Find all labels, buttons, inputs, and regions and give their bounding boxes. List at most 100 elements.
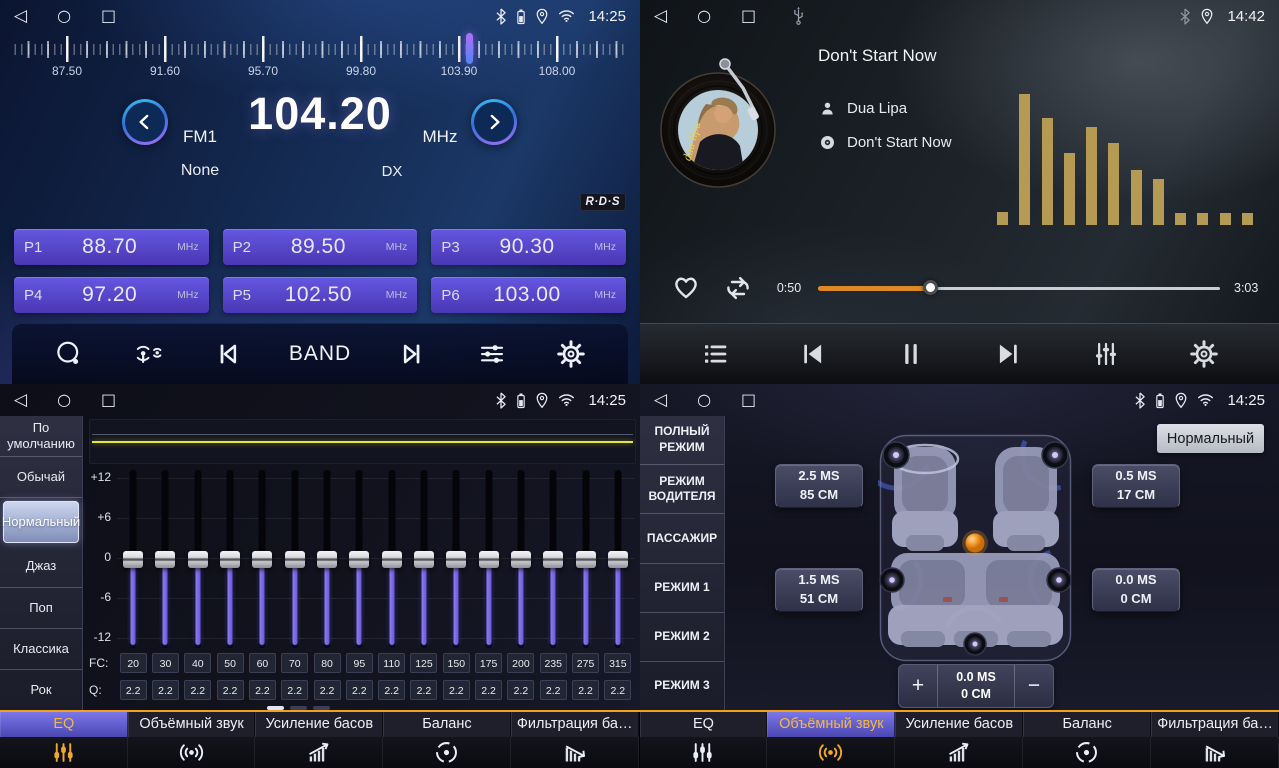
tab-bass-boost-right[interactable]: Усиление басов [895,712,1023,768]
home-button[interactable]: ○ [697,0,711,32]
eq-slider-handle[interactable] [414,551,434,568]
tab-eq-right[interactable]: EQ [640,712,768,768]
eq-slider-handle[interactable] [285,551,305,568]
home-button[interactable]: ○ [697,384,711,416]
recents-button[interactable]: □ [101,384,116,416]
eq-slider-handle[interactable] [608,551,628,568]
eq-band-slider[interactable] [343,470,375,648]
listening-mode-item[interactable]: РЕЖИМ 3 [640,662,724,710]
tab-balance-right[interactable]: Баланс [1023,712,1151,768]
eq-band-slider[interactable] [214,470,246,648]
eq-band-slider[interactable] [182,470,214,648]
eq-preset-item[interactable]: Нормальный [3,501,79,543]
eq-band-slider[interactable] [117,470,149,648]
next-track-button[interactable] [985,331,1031,377]
recents-button[interactable]: □ [741,0,756,32]
seek-down-button[interactable] [205,331,251,377]
radio-settings-button[interactable] [548,331,594,377]
player-eq-button[interactable] [1083,331,1129,377]
recents-button[interactable]: □ [101,0,116,32]
preset-button[interactable]: P1 88.70 MHz [14,229,209,265]
listening-mode-item[interactable]: РЕЖИМ 2 [640,613,724,662]
eq-band-slider[interactable] [569,470,601,648]
favorite-button[interactable] [670,271,702,303]
listening-mode-item[interactable]: РЕЖИМ 1 [640,564,724,613]
tab-eq-left[interactable]: EQ [0,712,128,768]
front-right-delay-button[interactable]: 0.5 MS 17 CM [1092,464,1180,508]
preset-button[interactable]: P2 89.50 MHz [223,229,418,265]
repeat-button[interactable] [722,272,754,304]
tab-surround-left[interactable]: Объёмный звук [128,712,256,768]
delay-preset-button[interactable]: Нормальный [1157,424,1264,453]
player-settings-button[interactable] [1181,331,1227,377]
eq-band-slider[interactable] [602,470,634,648]
radio-eq-button[interactable] [469,331,515,377]
delay-increase-button[interactable]: + [899,665,937,707]
previous-track-button[interactable] [790,331,836,377]
home-button[interactable]: ○ [57,0,71,32]
scan-button[interactable] [46,331,92,377]
back-button[interactable]: ◁ [14,0,27,32]
tab-surround-right[interactable]: Объёмный звук [767,712,895,768]
recents-button[interactable]: □ [741,384,756,416]
back-button[interactable]: ◁ [14,384,27,416]
band-button[interactable]: BAND [285,342,355,366]
eq-slider-handle[interactable] [511,551,531,568]
progress-knob[interactable] [923,280,938,295]
pause-button[interactable] [888,331,934,377]
eq-preset-item[interactable]: Поп [0,588,82,629]
rear-right-delay-button[interactable]: 0.0 MS 0 CM [1092,568,1180,612]
eq-band-slider[interactable] [472,470,504,648]
tab-filter-left[interactable]: Фильтрация ба… [511,712,639,768]
back-button[interactable]: ◁ [654,384,667,416]
listening-mode-item[interactable]: ПАССАЖИР [640,514,724,563]
eq-slider-handle[interactable] [446,551,466,568]
preset-button[interactable]: P6 103.00 MHz [431,277,626,313]
eq-band-slider[interactable] [505,470,537,648]
eq-slider-handle[interactable] [382,551,402,568]
playlist-button[interactable] [692,331,738,377]
eq-slider-handle[interactable] [317,551,337,568]
broadcast-mode-button[interactable] [125,331,171,377]
preset-button[interactable]: P4 97.20 MHz [14,277,209,313]
eq-preset-item[interactable]: Рок [0,670,82,710]
seek-up-button[interactable] [389,331,435,377]
eq-preset-item[interactable]: Классика [0,629,82,670]
eq-slider-handle[interactable] [123,551,143,568]
eq-band-slider[interactable] [408,470,440,648]
eq-slider-handle[interactable] [220,551,240,568]
eq-slider-handle[interactable] [252,551,272,568]
rear-left-delay-button[interactable]: 1.5 MS 51 CM [775,568,863,612]
eq-band-slider[interactable] [376,470,408,648]
eq-band-slider[interactable] [279,470,311,648]
tab-filter-right[interactable]: Фильтрация ба… [1151,712,1279,768]
tab-bass-boost-left[interactable]: Усиление басов [255,712,383,768]
preset-button[interactable]: P5 102.50 MHz [223,277,418,313]
tab-balance-left[interactable]: Баланс [383,712,511,768]
eq-slider-handle[interactable] [479,551,499,568]
tune-up-button[interactable] [471,99,517,145]
eq-slider-handle[interactable] [349,551,369,568]
eq-preset-item[interactable]: Обычай [0,457,82,498]
eq-band-slider[interactable] [440,470,472,648]
eq-band-slider[interactable] [149,470,181,648]
front-left-delay-button[interactable]: 2.5 MS 85 CM [775,464,863,508]
preset-button[interactable]: P3 90.30 MHz [431,229,626,265]
frequency-dial[interactable] [14,36,626,62]
eq-slider-handle[interactable] [543,551,563,568]
eq-band-slider[interactable] [537,470,569,648]
eq-preset-item[interactable]: По умолчанию [0,416,82,457]
eq-slider-handle[interactable] [188,551,208,568]
eq-preset-item[interactable]: Джаз [0,546,82,587]
back-button[interactable]: ◁ [654,0,667,32]
eq-slider-handle[interactable] [576,551,596,568]
home-button[interactable]: ○ [57,384,71,416]
listener-position-marker[interactable] [966,534,985,553]
delay-decrease-button[interactable]: − [1015,665,1053,707]
eq-band-slider[interactable] [246,470,278,648]
tune-down-button[interactable] [122,99,168,145]
eq-slider-handle[interactable] [155,551,175,568]
listening-mode-item[interactable]: РЕЖИМ ВОДИТЕЛЯ [640,465,724,514]
eq-band-slider[interactable] [311,470,343,648]
listening-mode-item[interactable]: ПОЛНЫЙ РЕЖИМ [640,416,724,465]
